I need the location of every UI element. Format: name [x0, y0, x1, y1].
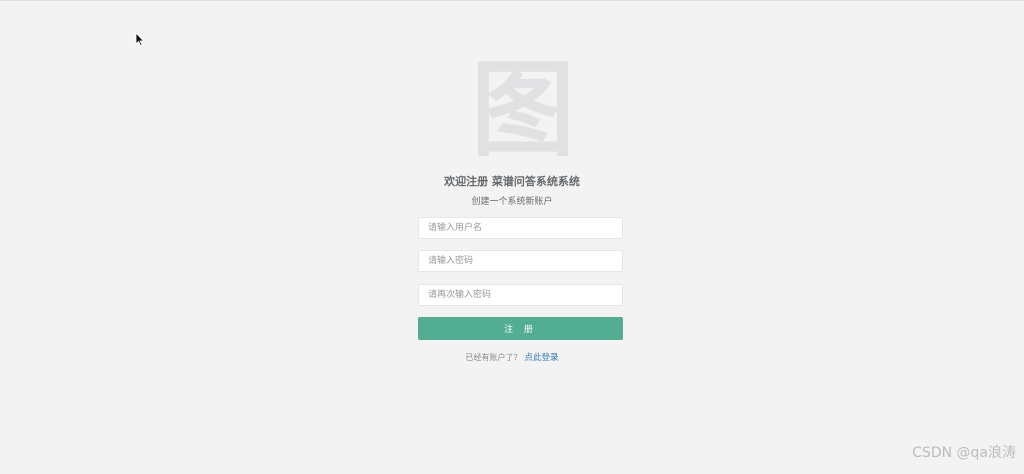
page-subtitle: 创建一个系统新账户	[471, 197, 553, 207]
register-page: 图 欢迎注册 菜谱问答系统系统 创建一个系统新账户 注 册 已经有账户了？点此登…	[0, 0, 1024, 474]
login-link[interactable]: 点此登录	[524, 353, 558, 363]
password-input[interactable]	[418, 250, 623, 272]
login-prompt-text: 已经有账户了？	[465, 353, 522, 362]
logo-image: 图	[470, 49, 575, 171]
register-button[interactable]: 注 册	[418, 317, 623, 340]
watermark-text: CSDN @qa浪涛	[912, 445, 1016, 461]
password-confirm-input[interactable]	[418, 284, 623, 306]
login-prompt: 已经有账户了？ 点此登录	[0, 351, 1024, 363]
mouse-pointer-icon	[135, 32, 145, 46]
username-input[interactable]	[418, 217, 623, 239]
page-title: 欢迎注册 菜谱问答系统系统	[444, 175, 580, 188]
